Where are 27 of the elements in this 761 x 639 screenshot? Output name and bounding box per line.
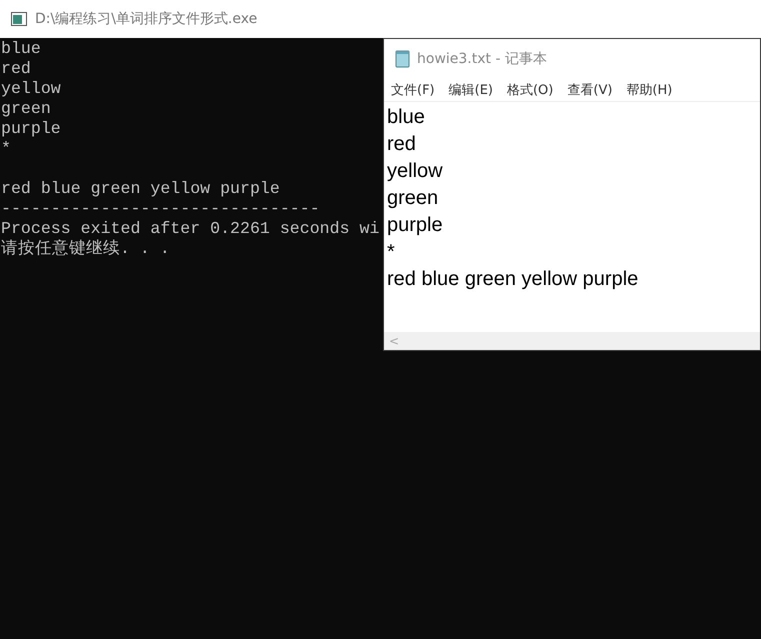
notepad-icon [394, 50, 412, 68]
text-line: blue [387, 105, 426, 130]
console-line: Process exited after 0.2261 seconds wi [0, 219, 380, 239]
menu-item[interactable]: 文件(F) [391, 81, 435, 99]
console-line: blue [0, 39, 41, 59]
console-line: purple [0, 119, 61, 139]
text-line: green [387, 186, 440, 211]
window-title: howie3.txt - 记事本 [417, 50, 547, 68]
window-title: D:\编程练习\单词排序文件形式.exe [35, 10, 258, 28]
console-line: red blue green yellow purple [0, 179, 280, 199]
text-line: * [387, 240, 396, 265]
console-line: * [0, 139, 11, 159]
text-line: red blue green yellow purple [387, 267, 640, 292]
console-line: red [0, 59, 31, 79]
console-line: yellow [0, 79, 61, 99]
menu-item[interactable]: 帮助(H) [626, 81, 672, 99]
console-line: -------------------------------- [0, 199, 320, 219]
console-line: green [0, 99, 51, 119]
menu-item[interactable]: 编辑(E) [448, 81, 493, 99]
text-line: red [387, 132, 417, 157]
text-line: purple [387, 213, 444, 238]
console-icon [11, 12, 27, 26]
menu-item[interactable]: 格式(O) [506, 81, 554, 99]
console-line: 请按任意键继续. . . [0, 239, 170, 259]
menu-item[interactable]: 查看(V) [567, 81, 612, 99]
text-line: yellow [387, 159, 444, 184]
text-editor[interactable]: blue red yellow green purple * red blue green yellow purple [384, 102, 760, 332]
